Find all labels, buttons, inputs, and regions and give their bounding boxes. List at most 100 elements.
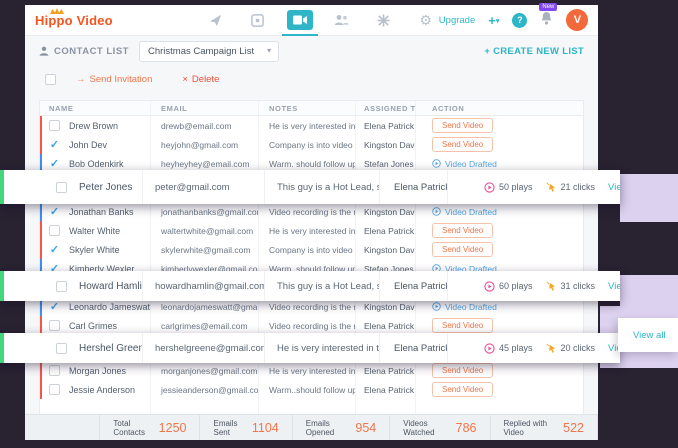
play-circle-icon [432, 159, 441, 168]
highlighted-row-hershel-greene: Hershel Greene hershelgreene@gmail.com H… [0, 333, 620, 363]
highlighted-row-howard-hamlin: Howard Hamlin howardhamlin@gmail.com Thi… [0, 271, 620, 301]
row-checkbox[interactable] [49, 225, 60, 236]
settings-gear-icon[interactable]: ⚙ [413, 10, 439, 30]
contact-name: Hershel Greene [79, 343, 143, 354]
contact-name: John Dev [69, 140, 107, 150]
view-all-tooltip: View all [618, 318, 678, 352]
notifications-bell-icon[interactable]: New [540, 11, 553, 30]
view-all-link[interactable]: View all [608, 281, 620, 292]
person-icon [39, 46, 49, 56]
view-all-link[interactable]: View all [633, 330, 666, 341]
contact-email: skylerwhite@gmail.com [161, 245, 250, 255]
contact-name: Peter Jones [79, 182, 132, 193]
play-circle-icon [432, 302, 441, 311]
row-checkbox[interactable] [49, 320, 60, 331]
stat-videos-watched: Videos Watched786 [390, 415, 490, 440]
assigned-to: Elena Patrick [394, 281, 448, 292]
send-video-button[interactable]: Send Video [432, 223, 493, 238]
assigned-to: Elena Patrick [364, 121, 414, 131]
table-empty-space [40, 399, 583, 415]
table-row: Skyler White skylerwhite@gmail.com Compa… [40, 240, 583, 259]
send-video-button[interactable]: Send Video [432, 363, 493, 378]
integrations-icon[interactable] [371, 10, 397, 30]
main-nav: ⚙ [203, 10, 439, 30]
row-checkbox[interactable] [49, 244, 60, 255]
create-new-list-button[interactable]: + CREATE NEW LIST [484, 46, 584, 57]
contact-name: Howard Hamlin [79, 281, 143, 292]
app-window: Hippo Video ⚙ Upgrade +▾ [25, 5, 598, 440]
table-header-row: NAME EMAIL NOTES ASSIGNED TO ACTION [40, 101, 583, 116]
send-campaign-icon[interactable] [203, 10, 229, 30]
column-header-name: NAME [40, 101, 151, 115]
row-checkbox[interactable] [49, 384, 60, 395]
row-checkbox[interactable] [56, 281, 67, 292]
row-checkbox[interactable] [49, 206, 60, 217]
assigned-to: Elena Patrick [364, 321, 414, 331]
contact-notes: Company is into video produ... [269, 245, 356, 255]
upgrade-link[interactable]: Upgrade [439, 15, 475, 26]
send-video-button[interactable]: Send Video [432, 382, 493, 397]
plays-stat: 60 plays [484, 281, 533, 292]
row-checkbox[interactable] [49, 158, 60, 169]
video-drafted-status[interactable]: Video Drafted [432, 302, 497, 312]
click-pointer-icon [546, 182, 557, 193]
top-header: Hippo Video ⚙ Upgrade +▾ [25, 5, 598, 36]
close-icon: × [182, 74, 188, 85]
quick-create-button[interactable]: +▾ [488, 13, 499, 28]
contact-name: Walter White [69, 226, 120, 236]
help-button[interactable]: ? [512, 13, 527, 28]
contact-name: Leonardo Jameswatt [69, 302, 151, 312]
view-all-link[interactable]: View all [608, 182, 620, 193]
record-screen-icon[interactable] [245, 10, 271, 30]
send-invitation-button[interactable]: →Send Invitation [76, 74, 152, 85]
row-checkbox[interactable] [49, 120, 60, 131]
bulk-actions-bar: →Send Invitation ×Delete [25, 66, 598, 92]
row-checkbox[interactable] [49, 139, 60, 150]
column-header-notes: NOTES [259, 101, 356, 115]
column-header-action: ACTION [416, 101, 583, 115]
contact-notes: He is very interested in the prod.. [277, 343, 380, 354]
delete-button[interactable]: ×Delete [182, 74, 219, 85]
row-checkbox[interactable] [56, 343, 67, 354]
contact-name: Morgan Jones [69, 366, 126, 376]
list-select-dropdown[interactable]: Christmas Campaign List ▾ [139, 41, 279, 62]
select-all-checkbox[interactable] [45, 74, 56, 85]
contact-name: Jonathan Banks [69, 207, 134, 217]
contact-notes: He is very interested in the prod.. [269, 121, 356, 131]
video-drafted-status[interactable]: Video Drafted [432, 159, 497, 169]
footer-spacer [25, 415, 100, 440]
contacts-icon[interactable] [329, 10, 355, 30]
video-drafted-status[interactable]: Video Drafted [432, 207, 497, 217]
column-header-email: EMAIL [151, 101, 259, 115]
table-row: Jonathan Banks jonathanbanks@gmail.com V… [40, 202, 583, 221]
contact-list-label: CONTACT LIST [39, 46, 129, 57]
avatar[interactable]: V [566, 9, 588, 31]
contacts-table: NAME EMAIL NOTES ASSIGNED TO ACTION Drew… [39, 100, 584, 416]
assigned-to: Elena Patrick [364, 366, 414, 376]
send-video-button[interactable]: Send Video [432, 318, 493, 333]
contact-notes: He is very interested in the prod... [269, 366, 356, 376]
clicks-stat: 21 clicks [546, 182, 596, 193]
table-row: Morgan Jones morganjones@gmail.com He is… [40, 361, 583, 380]
contact-notes: Company is into video produ... [269, 140, 356, 150]
stats-footer: Total Contacts1250 Emails Sent1104 Email… [25, 414, 598, 440]
send-video-button[interactable]: Send Video [432, 242, 493, 257]
crown-icon [49, 7, 65, 14]
contact-email: waltertwhite@gmail.com [161, 226, 253, 236]
row-checkbox[interactable] [56, 182, 67, 193]
row-checkbox[interactable] [49, 365, 60, 376]
contact-notes: Warm. should follow up so... [269, 159, 356, 169]
row-checkbox[interactable] [49, 301, 60, 312]
contact-email: heyheyhey@email.com [161, 159, 249, 169]
assigned-to: Elena Patrick [364, 226, 414, 236]
video-library-icon[interactable] [287, 10, 313, 30]
contact-name: Jessie Anderson [69, 385, 135, 395]
play-circle-icon [484, 343, 495, 354]
chevron-down-icon: ▾ [267, 46, 271, 55]
send-video-button[interactable]: Send Video [432, 137, 493, 152]
contact-name: Skyler White [69, 245, 120, 255]
send-video-button[interactable]: Send Video [432, 118, 493, 133]
contact-email: jessieanderson@gmail.com [161, 385, 259, 395]
assigned-to: Elena Patrick [394, 182, 448, 193]
hippo-video-logo[interactable]: Hippo Video [35, 13, 113, 28]
